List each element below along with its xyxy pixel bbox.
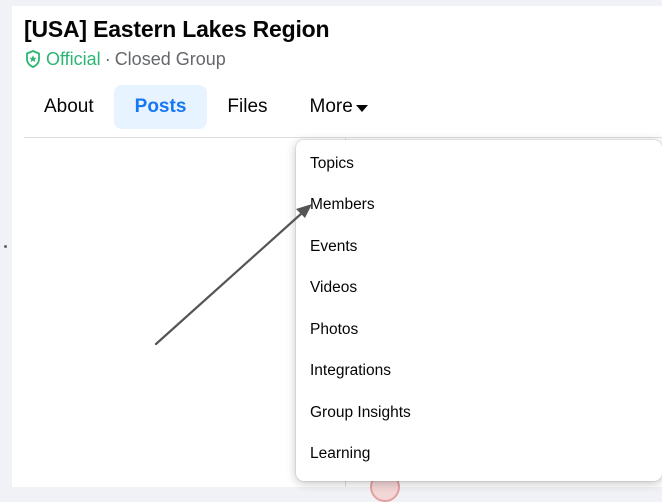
privacy-label: Closed Group (114, 48, 226, 69)
bullet-dot (4, 245, 7, 248)
menu-item-label: Group Insights (310, 403, 411, 421)
tab-files[interactable]: Files (207, 85, 287, 129)
shield-icon (26, 50, 40, 68)
tab-about-label: About (44, 96, 94, 117)
more-dropdown-menu: Topics Members Events Videos Photos Inte… (296, 140, 662, 481)
meta-separator: · (104, 48, 111, 69)
menu-item-photos[interactable]: Photos (296, 309, 662, 351)
tabs-divider (24, 137, 662, 138)
tab-more[interactable]: More (288, 85, 368, 129)
menu-item-members[interactable]: Members (296, 185, 662, 227)
tab-more-label: More (309, 96, 353, 117)
tab-about[interactable]: About (24, 85, 114, 129)
menu-item-integrations[interactable]: Integrations (296, 351, 662, 393)
tab-posts-label: Posts (134, 96, 187, 117)
tab-files-label: Files (227, 96, 268, 117)
menu-item-label: Videos (310, 279, 358, 297)
menu-item-label: Topics (310, 154, 354, 172)
menu-item-topics[interactable]: Topics (296, 143, 662, 185)
menu-item-videos[interactable]: Videos (296, 268, 662, 310)
tab-posts[interactable]: Posts (113, 85, 208, 129)
group-tabs: About Posts Files More (24, 84, 368, 130)
menu-item-learning[interactable]: Learning (296, 434, 662, 476)
menu-item-label: Members (310, 196, 375, 214)
menu-item-label: Integrations (310, 362, 391, 380)
menu-item-label: Learning (310, 445, 371, 463)
group-meta: Official · Closed Group (26, 48, 226, 70)
group-title: [USA] Eastern Lakes Region (24, 16, 330, 42)
menu-item-events[interactable]: Events (296, 226, 662, 268)
menu-item-group-insights[interactable]: Group Insights (296, 392, 662, 434)
menu-item-label: Events (310, 237, 358, 255)
caret-down-icon (355, 104, 368, 112)
page-background-left (0, 0, 12, 487)
top-band (12, 0, 662, 6)
official-label[interactable]: Official (46, 49, 101, 70)
menu-item-label: Photos (310, 320, 359, 338)
